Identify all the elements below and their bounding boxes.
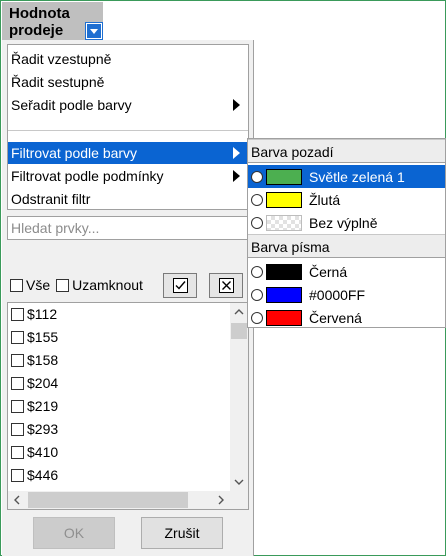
list-item[interactable]: $155 bbox=[11, 327, 58, 347]
value-label: $219 bbox=[27, 398, 59, 414]
color-item-label: Světle zelená 1 bbox=[309, 168, 405, 185]
list-item[interactable]: $204 bbox=[11, 373, 58, 393]
radio-button[interactable] bbox=[251, 265, 263, 278]
menu-item-clear-filter[interactable]: Odstranit filtr bbox=[8, 188, 248, 210]
color-item-label: Černá bbox=[309, 263, 348, 280]
color-item-label: #0000FF bbox=[309, 286, 366, 303]
color-swatch bbox=[266, 168, 302, 185]
cross-box-icon bbox=[219, 278, 234, 293]
vertical-scroll-thumb[interactable] bbox=[231, 323, 247, 339]
value-label: $112 bbox=[27, 306, 58, 322]
cancel-button[interactable]: Zrušit bbox=[141, 517, 223, 549]
no-fill-swatch bbox=[266, 214, 302, 231]
list-item[interactable]: $219 bbox=[11, 396, 58, 416]
ok-button[interactable]: OK bbox=[33, 517, 115, 549]
color-swatch bbox=[266, 191, 302, 208]
search-input[interactable] bbox=[8, 217, 248, 239]
value-checkbox[interactable] bbox=[11, 307, 24, 321]
menu-item-filter-by-condition[interactable]: Filtrovat podle podmínky bbox=[8, 165, 248, 187]
list-item[interactable]: $410 bbox=[11, 442, 58, 462]
color-swatch bbox=[266, 263, 302, 280]
value-label: $204 bbox=[27, 375, 59, 391]
scrollbar-corner bbox=[230, 491, 248, 509]
color-item-label: Bez výplně bbox=[309, 214, 378, 231]
column-header-title-line2: prodeje bbox=[9, 22, 64, 39]
font-color-header: Barva písma bbox=[248, 234, 445, 258]
checkmark-box-icon bbox=[173, 278, 188, 293]
color-item-no-fill[interactable]: Bez výplně bbox=[248, 211, 445, 234]
scroll-left-icon[interactable] bbox=[8, 491, 26, 509]
menu-item-label: Řadit sestupně bbox=[11, 74, 105, 90]
search-box bbox=[7, 216, 249, 240]
select-all-label: Vše bbox=[26, 277, 51, 293]
background-color-header: Barva pozadí bbox=[248, 139, 445, 163]
value-label: $410 bbox=[27, 444, 59, 460]
scroll-up-icon[interactable] bbox=[230, 303, 248, 321]
filter-dropdown-icon[interactable] bbox=[85, 22, 103, 40]
horizontal-scroll-thumb[interactable] bbox=[28, 492, 188, 508]
color-swatch bbox=[266, 309, 302, 326]
menu-item-sort-by-color[interactable]: Seřadit podle barvy bbox=[8, 94, 248, 116]
check-all-button[interactable] bbox=[163, 273, 197, 298]
radio-button[interactable] bbox=[251, 170, 263, 183]
select-all-checkbox[interactable] bbox=[10, 278, 23, 292]
value-label: $158 bbox=[27, 352, 59, 368]
value-label: $446 bbox=[27, 467, 59, 483]
value-checkbox[interactable] bbox=[11, 376, 24, 390]
color-item-blue[interactable]: #0000FF bbox=[248, 283, 445, 306]
horizontal-scrollbar[interactable] bbox=[8, 491, 230, 509]
uncheck-all-button[interactable] bbox=[209, 273, 243, 298]
list-item[interactable]: $112 bbox=[11, 304, 57, 324]
menu-item-label: Řadit vzestupně bbox=[11, 51, 112, 67]
color-item-yellow[interactable]: Žlutá bbox=[248, 188, 445, 211]
filter-panel: Řadit vzestupně Řadit sestupně Seřadit p… bbox=[2, 40, 254, 556]
menu-item-label: Odstranit filtr bbox=[11, 191, 91, 207]
value-checkbox[interactable] bbox=[11, 468, 24, 482]
column-header-title: Hodnota prodeje bbox=[9, 5, 70, 39]
value-checkbox[interactable] bbox=[11, 353, 24, 367]
submenu-arrow-icon bbox=[233, 147, 240, 159]
filter-by-color-submenu: Barva pozadí Světle zelená 1 Žlutá Bez v… bbox=[247, 138, 446, 328]
lock-label: Uzamknout bbox=[72, 277, 143, 293]
value-checkbox[interactable] bbox=[11, 330, 24, 344]
radio-button[interactable] bbox=[251, 311, 263, 324]
value-checkbox[interactable] bbox=[11, 399, 24, 413]
color-item-red[interactable]: Červená bbox=[248, 306, 445, 329]
select-options-row: Vše Uzamknout bbox=[10, 276, 149, 294]
app-frame: Hodnota prodeje Řadit vzestupně Řadit se… bbox=[0, 0, 446, 556]
submenu-arrow-icon bbox=[233, 99, 240, 111]
list-item[interactable]: $293 bbox=[11, 419, 58, 439]
value-label: $155 bbox=[27, 329, 59, 345]
sort-filter-menu: Řadit vzestupně Řadit sestupně Seřadit p… bbox=[7, 44, 249, 210]
menu-item-sort-descending[interactable]: Řadit sestupně bbox=[8, 71, 248, 93]
list-item[interactable]: $446 bbox=[11, 465, 58, 485]
menu-item-label: Seřadit podle barvy bbox=[11, 97, 132, 113]
vertical-scrollbar[interactable] bbox=[230, 303, 248, 491]
color-item-black[interactable]: Černá bbox=[248, 260, 445, 283]
color-item-label: Žlutá bbox=[309, 191, 341, 208]
radio-button[interactable] bbox=[251, 288, 263, 301]
menu-item-sort-ascending[interactable]: Řadit vzestupně bbox=[8, 48, 248, 70]
menu-item-label: Filtrovat podle podmínky bbox=[11, 168, 164, 184]
radio-button[interactable] bbox=[251, 193, 263, 206]
color-item-light-green[interactable]: Světle zelená 1 bbox=[248, 165, 445, 188]
values-list: $112 $155 $158 $204 $219 $293 $410 $446 bbox=[7, 302, 249, 510]
menu-separator bbox=[8, 130, 248, 131]
color-item-label: Červená bbox=[309, 309, 362, 326]
submenu-arrow-icon bbox=[233, 170, 240, 182]
scroll-right-icon[interactable] bbox=[212, 491, 230, 509]
lock-checkbox[interactable] bbox=[56, 278, 70, 292]
column-header-title-line1: Hodnota bbox=[9, 5, 70, 22]
list-item[interactable]: $158 bbox=[11, 350, 58, 370]
value-label: $293 bbox=[27, 421, 59, 437]
radio-button[interactable] bbox=[251, 216, 263, 229]
value-checkbox[interactable] bbox=[11, 422, 24, 436]
scroll-down-icon[interactable] bbox=[230, 473, 248, 491]
value-checkbox[interactable] bbox=[11, 445, 24, 459]
menu-item-label: Filtrovat podle barvy bbox=[11, 145, 138, 161]
column-header-cell[interactable]: Hodnota prodeje bbox=[2, 2, 103, 40]
color-swatch bbox=[266, 286, 302, 303]
menu-item-filter-by-color[interactable]: Filtrovat podle barvy bbox=[8, 142, 248, 164]
